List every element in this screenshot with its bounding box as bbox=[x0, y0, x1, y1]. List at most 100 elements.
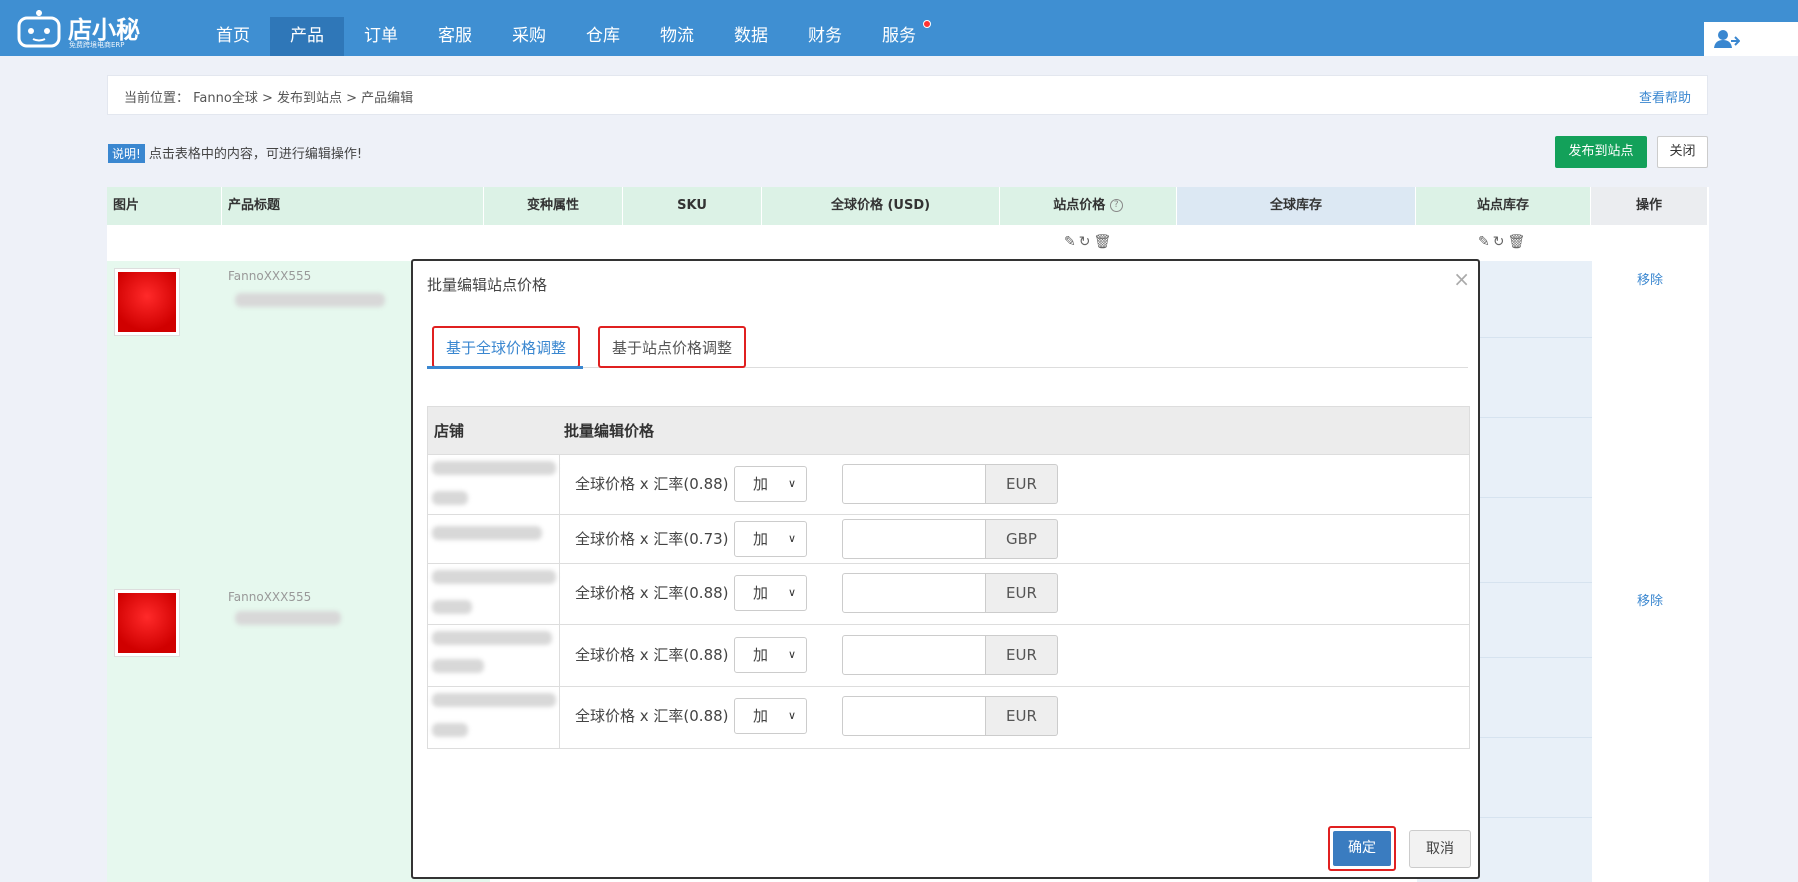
image-column bbox=[107, 261, 222, 882]
help-link[interactable]: 查看帮助 bbox=[1639, 87, 1691, 106]
operator-select[interactable]: 加 ∨ bbox=[734, 521, 807, 557]
nav-warehouse[interactable]: 仓库 bbox=[566, 17, 640, 56]
user-icon bbox=[1714, 30, 1740, 48]
product-title[interactable]: FannoXXX555 bbox=[228, 590, 311, 604]
price-formula: 全球价格 x 汇率(0.73) bbox=[575, 530, 729, 548]
price-formula: 全球价格 x 汇率(0.88) bbox=[575, 646, 729, 664]
col-shop: 店铺 bbox=[434, 422, 465, 440]
price-edit-cell: 全球价格 x 汇率(0.88) 加 ∨ EUR bbox=[560, 687, 1469, 748]
price-adjust-input[interactable] bbox=[842, 573, 986, 613]
help-circle-icon[interactable]: ? bbox=[1109, 199, 1123, 212]
remove-link[interactable]: 移除 bbox=[1637, 590, 1663, 609]
col-actions: 操作 bbox=[1591, 187, 1708, 225]
table-row: 全球价格 x 汇率(0.88) 加 ∨ EUR bbox=[428, 455, 1469, 515]
price-edit-table: 店铺 批量编辑价格 全球价格 x 汇率(0.88) 加 ∨ EUR 全球价格 x … bbox=[427, 406, 1470, 749]
dialog-tabs: 基于全球价格调整 基于站点价格调整 bbox=[427, 326, 1468, 368]
nav-finance[interactable]: 财务 bbox=[788, 17, 862, 56]
price-edit-cell: 全球价格 x 汇率(0.88) 加 ∨ EUR bbox=[560, 455, 1469, 514]
price-adjust-input[interactable] bbox=[842, 464, 986, 504]
col-sku: SKU bbox=[623, 187, 762, 225]
price-formula: 全球价格 x 汇率(0.88) bbox=[575, 707, 729, 725]
operator-select[interactable]: 加 ∨ bbox=[734, 466, 807, 502]
operator-value: 加 bbox=[753, 475, 769, 493]
tab-site-price[interactable]: 基于站点价格调整 bbox=[598, 326, 746, 368]
price-adjust-input[interactable] bbox=[842, 696, 986, 736]
top-bar: 店小秘 免费跨境电商ERP 首页 产品 订单 客服 采购 仓库 物流 数据 财务… bbox=[0, 0, 1798, 56]
bulk-tools-row: ✎↻🗑 ✎↻🗑 bbox=[107, 225, 1709, 261]
nav-products[interactable]: 产品 bbox=[270, 17, 344, 56]
close-button[interactable]: 关闭 bbox=[1657, 136, 1708, 168]
redacted-text bbox=[235, 293, 385, 307]
redacted-text bbox=[432, 526, 542, 540]
publish-to-site-button[interactable]: 发布到站点 bbox=[1555, 136, 1647, 168]
price-formula: 全球价格 x 汇率(0.88) bbox=[575, 475, 729, 493]
batch-edit-site-price-dialog: 批量编辑站点价格 × 基于全球价格调整 基于站点价格调整 店铺 批量编辑价格 全… bbox=[411, 259, 1480, 879]
chevron-down-icon: ∨ bbox=[787, 477, 796, 490]
site-stock-tools[interactable]: ✎↻🗑 bbox=[1478, 234, 1528, 250]
operator-select[interactable]: 加 ∨ bbox=[734, 575, 807, 611]
product-image[interactable] bbox=[115, 269, 179, 335]
trash-icon[interactable]: 🗑 bbox=[1093, 234, 1114, 250]
product-image[interactable] bbox=[115, 590, 179, 656]
breadcrumb: 当前位置： Fanno全球 > 发布到站点 > 产品编辑 bbox=[124, 91, 414, 106]
nav-orders[interactable]: 订单 bbox=[344, 17, 418, 56]
table-row: 全球价格 x 汇率(0.73) 加 ∨ GBP bbox=[428, 515, 1469, 564]
shop-cell bbox=[428, 625, 560, 686]
col-site-stock: 站点库存 bbox=[1416, 187, 1591, 225]
nav-logistics[interactable]: 物流 bbox=[640, 17, 714, 56]
cancel-button[interactable]: 取消 bbox=[1409, 830, 1471, 868]
operator-value: 加 bbox=[753, 584, 769, 602]
redacted-text bbox=[235, 611, 341, 625]
note-badge: 说明! bbox=[108, 144, 145, 163]
edit-icon[interactable]: ✎ bbox=[1478, 234, 1493, 250]
nav-data[interactable]: 数据 bbox=[714, 17, 788, 56]
breadcrumb-panel: 当前位置： Fanno全球 > 发布到站点 > 产品编辑 查看帮助 bbox=[107, 75, 1708, 115]
redacted-text bbox=[432, 693, 556, 707]
price-formula: 全球价格 x 汇率(0.88) bbox=[575, 584, 729, 602]
currency-addon: EUR bbox=[986, 696, 1058, 736]
chevron-down-icon: ∨ bbox=[787, 709, 796, 722]
shop-cell bbox=[428, 687, 560, 748]
redacted-text bbox=[432, 491, 468, 505]
redacted-text bbox=[432, 461, 556, 475]
col-title: 产品标题 bbox=[222, 187, 484, 225]
site-price-tools[interactable]: ✎↻🗑 bbox=[1064, 234, 1114, 250]
redacted-text bbox=[432, 723, 468, 737]
operator-select[interactable]: 加 ∨ bbox=[734, 698, 807, 734]
price-edit-cell: 全球价格 x 汇率(0.88) 加 ∨ EUR bbox=[560, 564, 1469, 624]
nav-purchasing[interactable]: 采购 bbox=[492, 17, 566, 56]
redacted-text bbox=[432, 631, 552, 645]
shop-cell bbox=[428, 564, 560, 624]
nav-services[interactable]: 服务 bbox=[862, 17, 936, 56]
nav-customer-service[interactable]: 客服 bbox=[418, 17, 492, 56]
price-adjust-input[interactable] bbox=[842, 635, 986, 675]
col-variant: 变种属性 bbox=[484, 187, 623, 225]
close-icon[interactable]: × bbox=[1453, 267, 1470, 291]
col-batch-price: 批量编辑价格 bbox=[564, 422, 655, 440]
user-menu[interactable] bbox=[1704, 22, 1798, 56]
logo-tagline: 免费跨境电商ERP bbox=[69, 41, 125, 49]
shop-cell bbox=[428, 515, 560, 563]
reset-icon[interactable]: ↻ bbox=[1079, 234, 1094, 250]
logo[interactable]: 店小秘 免费跨境电商ERP bbox=[16, 4, 146, 52]
confirm-button[interactable]: 确定 bbox=[1333, 831, 1391, 866]
trash-icon[interactable]: 🗑 bbox=[1507, 234, 1528, 250]
price-adjust-input[interactable] bbox=[842, 519, 986, 559]
notification-dot bbox=[923, 20, 931, 28]
nav-home[interactable]: 首页 bbox=[196, 17, 270, 56]
tab-global-price[interactable]: 基于全球价格调整 bbox=[432, 326, 580, 368]
remove-link[interactable]: 移除 bbox=[1637, 269, 1663, 288]
col-global-stock: 全球库存 bbox=[1177, 187, 1416, 225]
edit-icon[interactable]: ✎ bbox=[1064, 234, 1079, 250]
table-header: 图片 产品标题 变种属性 SKU 全球价格 (USD) 站点价格 ? 全球库存 … bbox=[107, 187, 1709, 225]
currency-addon: EUR bbox=[986, 573, 1058, 613]
chevron-down-icon: ∨ bbox=[787, 586, 796, 599]
currency-addon: GBP bbox=[986, 519, 1058, 559]
reset-icon[interactable]: ↻ bbox=[1493, 234, 1508, 250]
redacted-text bbox=[432, 659, 484, 673]
price-table-header: 店铺 批量编辑价格 bbox=[428, 407, 1469, 455]
nav-services-label: 服务 bbox=[882, 26, 916, 46]
operator-select[interactable]: 加 ∨ bbox=[734, 637, 807, 673]
product-title[interactable]: FannoXXX555 bbox=[228, 269, 311, 283]
redacted-text bbox=[432, 570, 556, 584]
